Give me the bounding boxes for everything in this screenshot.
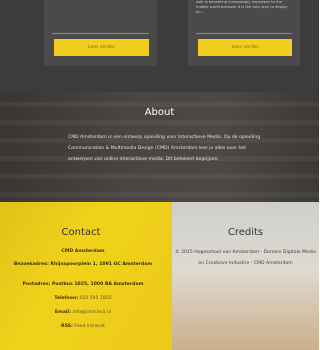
about-section: About CMD Amsterdam is een ontwerp oplei… xyxy=(0,92,319,202)
credits-text: © 2015 Hogeschool van Amsterdam - Domein… xyxy=(175,250,316,266)
contact-visit-address: Bezoekadres: Rhijnspoorplein 1, 1091 GC … xyxy=(13,262,153,267)
contact-phone: Telefoon: 020 595 1855 xyxy=(54,296,112,301)
credits-background-photo xyxy=(172,202,319,350)
contact-section: Contact CMD Amsterdam Bezoekadres: Rhijn… xyxy=(0,202,172,350)
contact-rss: RSS: Feed intranet xyxy=(61,324,105,329)
articles-section: Lees verder web is becoming increasingly… xyxy=(0,0,319,92)
about-title: About xyxy=(144,107,175,118)
credits-title: Credits xyxy=(227,227,264,238)
card-divider xyxy=(196,33,292,34)
read-more-button-left[interactable]: Lees verder xyxy=(54,39,149,56)
article-card-right: web is becoming increasingly important t… xyxy=(188,0,300,66)
article-card-left: Lees verder xyxy=(44,0,157,66)
contact-title: Contact xyxy=(61,227,101,238)
phone-value[interactable]: 020 595 1855 xyxy=(80,296,112,301)
contact-email: Email: info@cmd.hva.nl xyxy=(54,310,112,315)
card-divider xyxy=(52,33,149,34)
article-excerpt: web is becoming increasingly important t… xyxy=(196,0,288,14)
credits-section: Credits © 2015 Hogeschool van Amsterdam … xyxy=(172,202,319,350)
rss-link[interactable]: Feed intranet xyxy=(74,324,105,329)
about-text: CMD Amsterdam is een ontwerp opleiding v… xyxy=(68,135,261,162)
background-slat xyxy=(0,120,319,125)
contact-postal-address: Postadres: Postbus 1025, 1000 BA Amsterd… xyxy=(22,282,144,287)
contact-org: CMD Amsterdam xyxy=(61,249,105,254)
page: Lees verder web is becoming increasingly… xyxy=(0,0,319,350)
background-slat xyxy=(0,174,319,179)
read-more-button-right[interactable]: Lees verder xyxy=(198,39,292,56)
background-slat xyxy=(0,192,319,197)
email-link[interactable]: info@cmd.hva.nl xyxy=(72,310,111,315)
